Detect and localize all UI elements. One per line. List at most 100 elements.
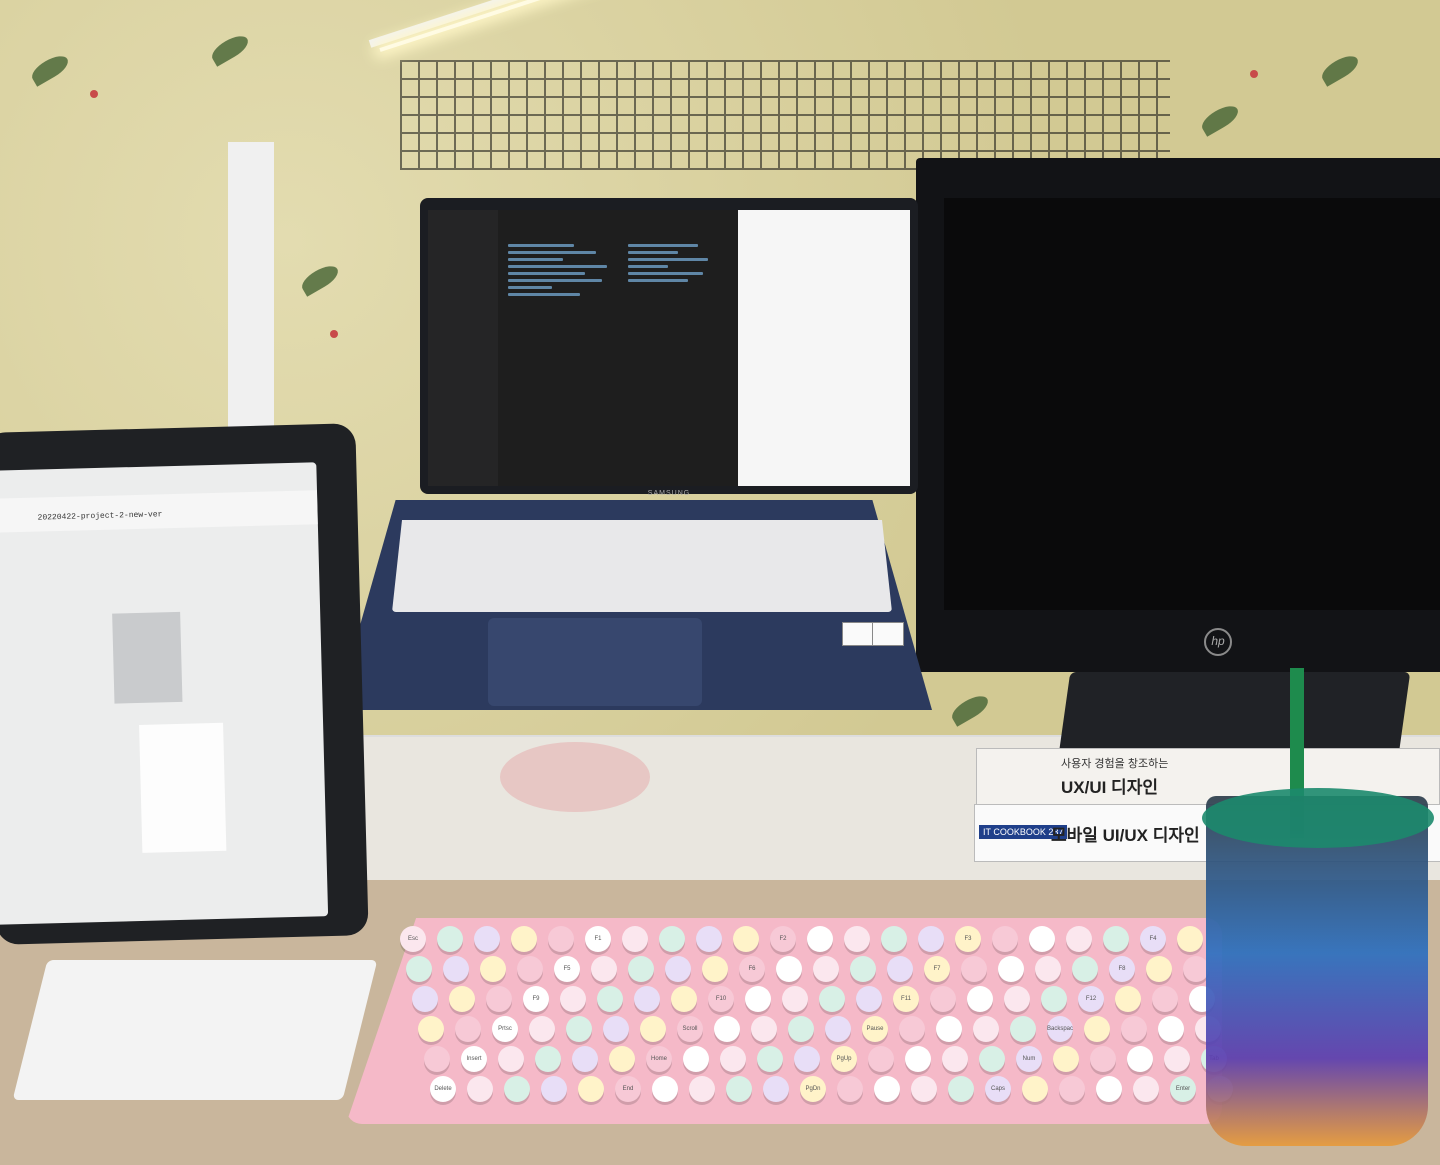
keycap <box>689 1076 715 1102</box>
keycap <box>973 1016 999 1042</box>
keycap <box>597 986 623 1012</box>
keycap <box>874 1076 900 1102</box>
book-subtitle: 사용자 경험을 창조하는 <box>1061 758 1169 770</box>
keycap <box>1133 1076 1159 1102</box>
keycap: F6 <box>739 956 765 982</box>
keycap <box>726 1076 752 1102</box>
keycap: F1 <box>585 926 611 952</box>
keycap: F5 <box>554 956 580 982</box>
hp-logo: hp <box>1204 628 1232 656</box>
keycap <box>714 1016 740 1042</box>
desk-scene-photo: hp 사용자 경험을 창조하는 UX/UI 디자인 IT COOKBOOK 23… <box>0 0 1440 1165</box>
keycap: Caps Lock <box>985 1076 1011 1102</box>
keycap: F10 <box>708 986 734 1012</box>
keycap <box>424 1046 450 1072</box>
keycap <box>745 986 771 1012</box>
keycap <box>652 1076 678 1102</box>
wireless-charger <box>500 742 650 812</box>
laptop-screen <box>428 210 910 486</box>
keycap <box>844 926 870 952</box>
keycap <box>1121 1016 1147 1042</box>
keycap: F7 <box>924 956 950 982</box>
keycap <box>1127 1046 1153 1072</box>
keycap <box>418 1016 444 1042</box>
keycap: F3 <box>955 926 981 952</box>
keycap <box>918 926 944 952</box>
keycap <box>813 956 839 982</box>
keycap: F9 <box>523 986 549 1012</box>
keycap <box>1010 1016 1036 1042</box>
browser-devtools <box>738 210 910 486</box>
keycap <box>979 1046 1005 1072</box>
keycap: Prtsc SysRq <box>492 1016 518 1042</box>
keycap <box>541 1076 567 1102</box>
keycap <box>511 926 537 952</box>
keycap <box>733 926 759 952</box>
keycap <box>1164 1046 1190 1072</box>
keycap: F4 <box>1140 926 1166 952</box>
keycap <box>572 1046 598 1072</box>
book-title: 모바일 UI/UX 디자인 <box>1051 826 1200 845</box>
keycap <box>1096 1076 1122 1102</box>
keycap <box>437 926 463 952</box>
keycap <box>517 956 543 982</box>
keycap <box>1084 1016 1110 1042</box>
keycap <box>1177 926 1203 952</box>
iced-drink-cup <box>1206 796 1428 1146</box>
keycap <box>548 926 574 952</box>
keycap <box>1053 1046 1079 1072</box>
keycap <box>788 1016 814 1042</box>
keycap <box>930 986 956 1012</box>
laptop-lid: SAMSUNG <box>420 198 918 497</box>
keycap <box>967 986 993 1012</box>
wallpaper-berry <box>330 330 338 338</box>
keycap <box>406 956 432 982</box>
keycap <box>671 986 697 1012</box>
keycap <box>640 1016 666 1042</box>
keycap <box>1059 1076 1085 1102</box>
keycap <box>622 926 648 952</box>
keycap <box>1066 926 1092 952</box>
page-wireframe <box>139 722 227 853</box>
keycap <box>659 926 685 952</box>
page-placeholder <box>112 611 183 704</box>
keycap <box>702 956 728 982</box>
keycap <box>911 1076 937 1102</box>
keycap <box>467 1076 493 1102</box>
keycap <box>683 1046 709 1072</box>
keycap <box>1146 956 1172 982</box>
keycap: Pause Break <box>862 1016 888 1042</box>
keycap: F12 <box>1078 986 1104 1012</box>
keycap <box>1115 986 1141 1012</box>
desk-lamp-post <box>228 142 274 442</box>
keycap <box>825 1016 851 1042</box>
keycap <box>850 956 876 982</box>
keycap <box>763 1076 789 1102</box>
keycap <box>443 956 469 982</box>
keycap: PgUp <box>831 1046 857 1072</box>
wallpaper-berry <box>90 90 98 98</box>
laptop-keyboard <box>392 520 892 612</box>
keycap: Home <box>646 1046 672 1072</box>
keycap <box>504 1076 530 1102</box>
cup-lid <box>1202 788 1434 848</box>
keycap: Insert <box>461 1046 487 1072</box>
laptop-touchpad <box>488 618 702 706</box>
keycap <box>942 1046 968 1072</box>
spec-sticker <box>872 622 904 646</box>
keycap <box>899 1016 925 1042</box>
scss-code <box>628 240 728 286</box>
keycap <box>868 1046 894 1072</box>
tablet: 20220422-project-2-new-ver <box>0 423 369 945</box>
keycap: F11 <box>893 986 919 1012</box>
code-editor <box>428 210 738 486</box>
wallpaper-berry <box>1250 70 1258 78</box>
html-code <box>508 240 618 300</box>
wire-storage-rack <box>400 60 1170 170</box>
keycap <box>449 986 475 1012</box>
keycap <box>856 986 882 1012</box>
keycap <box>665 956 691 982</box>
keycap: PgDn <box>800 1076 826 1102</box>
keycap <box>474 926 500 952</box>
keycap <box>480 956 506 982</box>
